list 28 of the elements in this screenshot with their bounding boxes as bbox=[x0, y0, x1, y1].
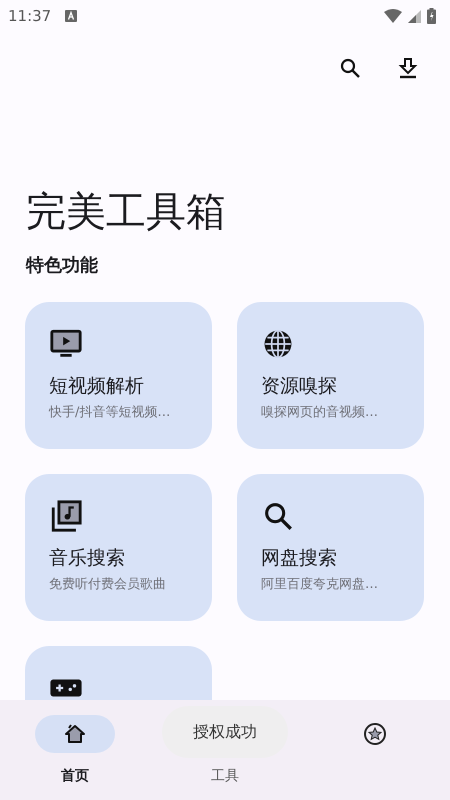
nav-label[interactable]: 工具 bbox=[211, 767, 239, 785]
wifi-icon bbox=[384, 9, 402, 23]
nav-label[interactable]: 首页 bbox=[61, 767, 89, 785]
notification-icon bbox=[65, 10, 78, 22]
feature-description: 免费听付费会员歌曲 bbox=[49, 576, 167, 593]
feature-title: 短视频解析 bbox=[49, 374, 145, 399]
feature-card[interactable]: 音乐搜索 免费听付费会员歌曲 bbox=[25, 474, 212, 621]
feature-title: 资源嗅探 bbox=[261, 374, 338, 399]
app-title: 完美工具箱 bbox=[26, 188, 227, 237]
feature-description: 嗅探网页的音视频… bbox=[261, 404, 379, 421]
feature-title: 音乐搜索 bbox=[49, 546, 126, 571]
section-heading: 特色功能 bbox=[26, 254, 99, 277]
nav-item[interactable] bbox=[35, 715, 115, 753]
feature-title: 网盘搜索 bbox=[261, 546, 338, 571]
search-icon[interactable] bbox=[338, 56, 362, 80]
star-circle-icon bbox=[363, 722, 387, 746]
download-icon[interactable] bbox=[396, 56, 420, 80]
status-time: 11:37 bbox=[8, 7, 52, 25]
feature-card[interactable]: 资源嗅探 嗅探网页的音视频… bbox=[237, 302, 424, 449]
music-library-icon bbox=[49, 499, 83, 533]
home-icon bbox=[63, 722, 87, 746]
feature-card[interactable]: 短视频解析 快手/抖音等短视频… bbox=[25, 302, 212, 449]
feature-description: 阿里百度夸克网盘… bbox=[261, 576, 379, 593]
signal-icon bbox=[408, 10, 421, 22]
battery-icon bbox=[427, 8, 436, 24]
feature-card[interactable]: 网盘搜索 阿里百度夸克网盘… bbox=[237, 474, 424, 621]
toast-message: 授权成功 bbox=[162, 706, 288, 758]
feature-description: 快手/抖音等短视频… bbox=[49, 404, 172, 421]
